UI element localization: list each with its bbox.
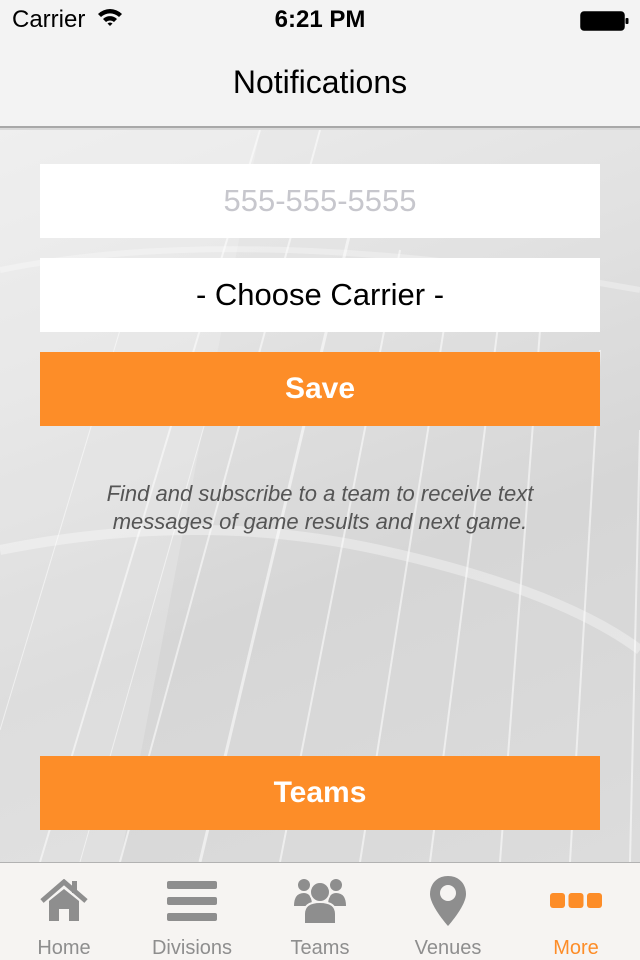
map-pin-icon	[418, 875, 478, 927]
teams-button[interactable]: Teams	[40, 756, 600, 830]
more-icon	[546, 875, 606, 927]
list-icon	[162, 875, 222, 927]
navigation-bar: Notifications	[0, 40, 640, 128]
status-time: 6:21 PM	[274, 6, 366, 33]
page-title: Notifications	[232, 63, 408, 100]
carrier-select[interactable]: - Choose Carrier -	[40, 258, 600, 332]
carrier-select-value: - Choose Carrier -	[195, 277, 445, 312]
tab-home[interactable]: Home	[0, 863, 128, 960]
battery-icon	[580, 10, 630, 39]
tab-venues[interactable]: Venues	[384, 863, 512, 960]
tab-teams[interactable]: Teams	[256, 863, 384, 960]
info-text: Find and subscribe to a team to receive …	[106, 481, 534, 534]
group-icon	[290, 875, 350, 927]
phone-number-input[interactable]	[40, 164, 600, 238]
tab-divisions[interactable]: Divisions	[128, 863, 256, 960]
tab-bar: Home Divisions Teams Venues More	[0, 862, 640, 960]
tab-more[interactable]: More	[512, 863, 640, 960]
phone-number-field[interactable]	[40, 164, 600, 238]
tab-label: Teams	[290, 937, 350, 959]
status-bar: Carrier 6:21 PM	[0, 0, 640, 40]
tab-label: Divisions	[151, 937, 233, 959]
home-icon	[34, 875, 94, 927]
tab-label: Venues	[414, 937, 482, 959]
tab-label: Home	[37, 937, 91, 959]
tab-label: More	[553, 937, 599, 959]
save-button[interactable]: Save	[40, 352, 600, 426]
content-area: - Choose Carrier - Save Find and subscri…	[0, 130, 640, 862]
